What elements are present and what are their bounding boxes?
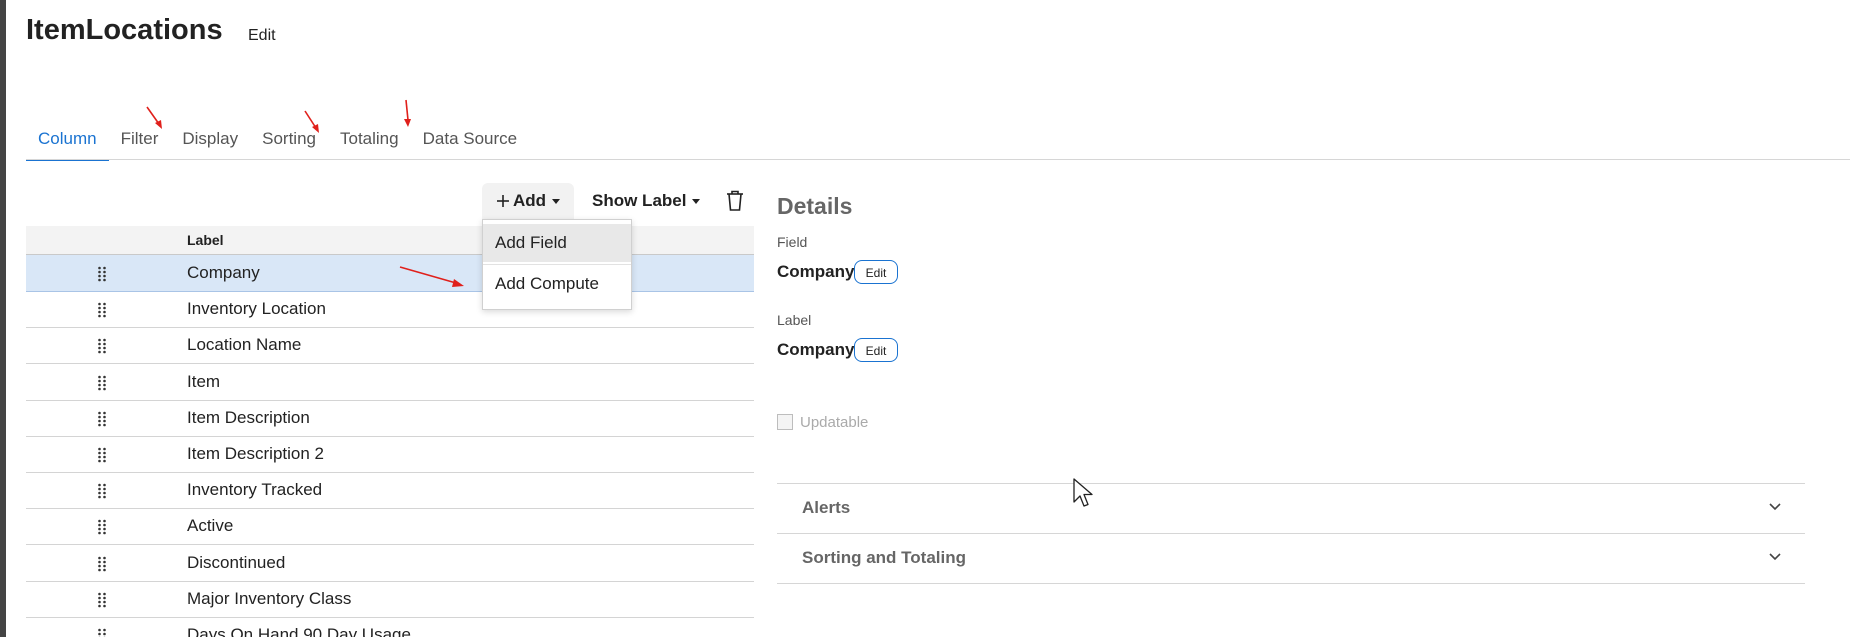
- updatable-checkbox[interactable]: [777, 414, 793, 430]
- show-label-button-label: Show Label: [592, 191, 687, 210]
- tab-data-source[interactable]: Data Source: [411, 126, 530, 159]
- drag-handle-icon[interactable]: [97, 483, 107, 499]
- trash-icon[interactable]: [724, 189, 746, 213]
- label-edit-button[interactable]: Edit: [854, 338, 898, 362]
- table-row[interactable]: Company: [26, 255, 754, 292]
- row-label: Item Description: [187, 407, 310, 427]
- tab-divider: [26, 159, 1850, 160]
- tab-bar: Column Filter Display Sorting Totaling D…: [26, 126, 530, 161]
- table-row[interactable]: Item Description: [26, 400, 754, 437]
- drag-handle-icon[interactable]: [97, 628, 107, 637]
- chevron-down-icon: [1769, 503, 1781, 511]
- drag-handle-icon[interactable]: [97, 266, 107, 282]
- annotation-arrow-add-compute: [399, 266, 464, 287]
- add-button-label: Add: [512, 191, 547, 210]
- column-header-label[interactable]: Label: [187, 232, 224, 248]
- tab-totaling[interactable]: Totaling: [328, 126, 411, 159]
- accordion-alerts[interactable]: Alerts: [777, 484, 1805, 532]
- show-label-button[interactable]: Show Label: [592, 183, 701, 219]
- row-label: Days On Hand 90 Day Usage: [187, 625, 411, 637]
- row-label: Item: [187, 371, 221, 391]
- annotation-arrow-totaling: [404, 99, 411, 127]
- caret-down-icon: [692, 198, 701, 204]
- row-label: Company: [187, 263, 260, 282]
- drag-handle-icon[interactable]: [97, 302, 107, 318]
- accordion-alerts-label: Alerts: [802, 498, 851, 517]
- window-border: [0, 0, 6, 637]
- plus-icon: [496, 195, 509, 207]
- accordion-sorting-totaling-label: Sorting and Totaling: [802, 548, 966, 567]
- table-row[interactable]: Item: [26, 364, 754, 401]
- drag-handle-icon[interactable]: [97, 592, 107, 608]
- label-caption: Label: [777, 312, 812, 328]
- row-label: Inventory Location: [187, 299, 326, 319]
- menu-item-add-field[interactable]: Add Field: [483, 224, 631, 262]
- table-row[interactable]: Inventory Tracked: [26, 472, 754, 510]
- drag-handle-icon[interactable]: [97, 447, 107, 463]
- drag-handle-icon[interactable]: [97, 519, 107, 535]
- table-row[interactable]: Location Name: [26, 327, 754, 365]
- row-label: Location Name: [187, 335, 302, 355]
- tab-display[interactable]: Display: [170, 126, 250, 159]
- row-label: Active: [187, 516, 234, 536]
- annotation-arrow-filter: [146, 106, 162, 129]
- drag-handle-icon[interactable]: [97, 556, 107, 572]
- updatable-label: Updatable: [800, 414, 869, 431]
- drag-handle-icon[interactable]: [97, 411, 107, 427]
- table-row[interactable]: Days On Hand 90 Day Usage: [26, 617, 754, 637]
- table-row[interactable]: Item Description 2: [26, 436, 754, 473]
- chevron-down-icon: [1769, 553, 1781, 561]
- label-value: Company: [777, 340, 855, 359]
- drag-handle-icon[interactable]: [97, 338, 107, 354]
- add-dropdown-menu: Add Field Add Compute: [482, 219, 632, 310]
- annotation-arrow-sorting: [304, 110, 319, 133]
- accordion-sorting-totaling[interactable]: Sorting and Totaling: [777, 534, 1805, 582]
- add-button[interactable]: Add: [482, 183, 574, 219]
- row-label: Major Inventory Class: [187, 588, 352, 608]
- accordion-divider: [777, 583, 1805, 584]
- row-label: Discontinued: [187, 552, 286, 572]
- menu-item-add-compute[interactable]: Add Compute: [483, 264, 631, 302]
- app-window: ItemLocations Edit Column Filter Display…: [0, 0, 1850, 637]
- table-row[interactable]: Discontinued: [26, 545, 754, 582]
- drag-handle-icon[interactable]: [97, 375, 107, 391]
- caret-down-icon: [552, 198, 561, 204]
- details-title: Details: [777, 193, 853, 219]
- row-label: Item Description 2: [187, 444, 324, 463]
- table-row[interactable]: Major Inventory Class: [26, 581, 754, 618]
- table-row[interactable]: Inventory Location: [26, 291, 754, 329]
- field-edit-button[interactable]: Edit: [854, 260, 898, 284]
- page-title: ItemLocations: [26, 14, 223, 46]
- tab-column[interactable]: Column: [26, 126, 109, 161]
- table-row[interactable]: Active: [26, 508, 754, 546]
- field-caption: Field: [777, 234, 808, 250]
- grid-header: Label: [26, 226, 754, 255]
- title-edit-link[interactable]: Edit: [248, 27, 276, 45]
- field-value: Company: [777, 262, 855, 281]
- row-label: Inventory Tracked: [187, 480, 323, 500]
- mouse-cursor-icon: [1073, 478, 1093, 507]
